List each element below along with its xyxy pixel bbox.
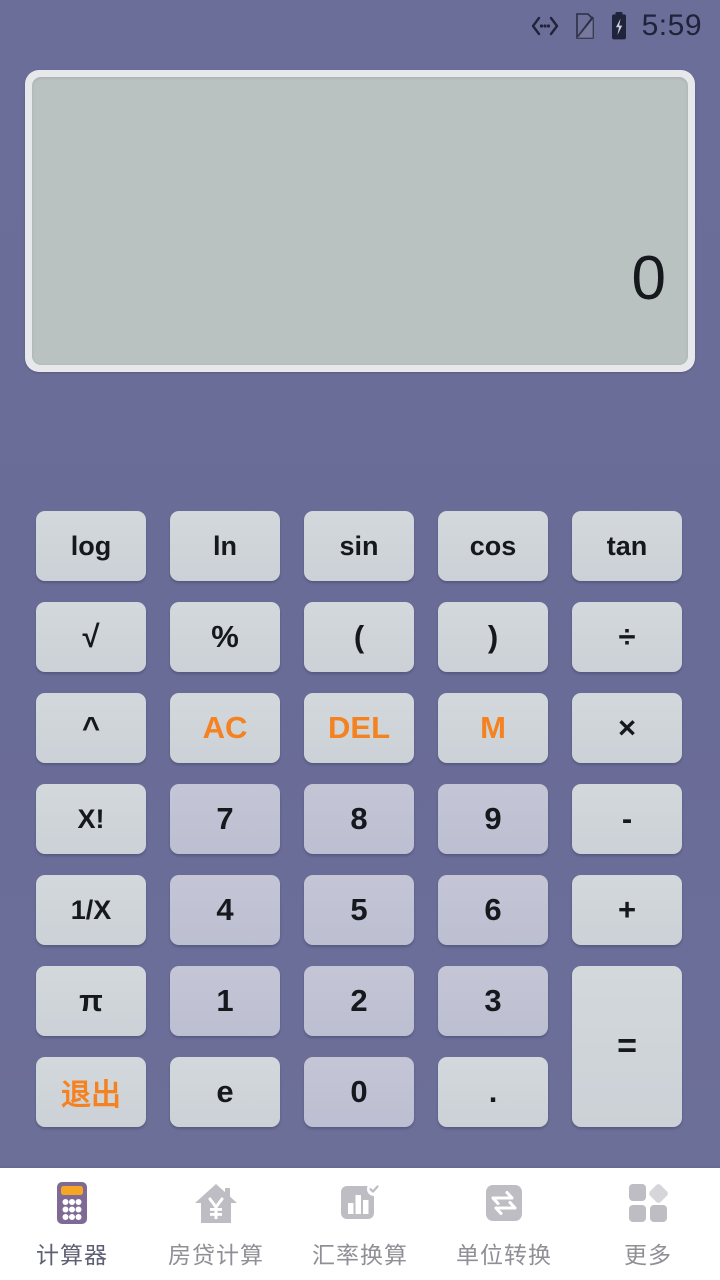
- key-sqrt[interactable]: √: [36, 602, 146, 672]
- key-0[interactable]: 0: [304, 1057, 414, 1127]
- calculator-app: 5:59 0 log ln sin cos tan √% () ÷ ^ AC DEL M × X! 7 8 9-…: [0, 0, 720, 1280]
- display-value: 0: [631, 244, 666, 313]
- key-equals[interactable]: =: [572, 966, 682, 1127]
- house-yen-icon: [192, 1179, 240, 1227]
- key-power[interactable]: ^: [36, 693, 146, 763]
- key-3[interactable]: 3: [438, 966, 548, 1036]
- key-4[interactable]: 4: [170, 875, 280, 945]
- status-time: 5:59: [641, 9, 702, 42]
- key-percent[interactable]: %: [170, 602, 280, 672]
- calculator-icon: [48, 1179, 96, 1227]
- key-ac[interactable]: AC: [170, 693, 280, 763]
- nav-calculator[interactable]: 计算器: [0, 1168, 144, 1280]
- nav-more[interactable]: 更多: [576, 1168, 720, 1280]
- grid-more-icon: [624, 1179, 672, 1227]
- nav-unit[interactable]: 单位转换: [432, 1168, 576, 1280]
- key-pi[interactable]: π: [36, 966, 146, 1036]
- key-e[interactable]: e: [170, 1057, 280, 1127]
- nav-item-label: 计算器: [36, 1241, 108, 1268]
- key-9[interactable]: 9: [438, 784, 548, 854]
- key-cos[interactable]: cos: [438, 511, 548, 581]
- key-memory[interactable]: M: [438, 693, 548, 763]
- key-decimal[interactable]: .: [438, 1057, 548, 1127]
- key-divide[interactable]: ÷: [572, 602, 682, 672]
- status-bar: 5:59: [0, 0, 720, 52]
- swap-arrows-icon: [480, 1179, 528, 1227]
- key-ln[interactable]: ln: [170, 511, 280, 581]
- bar-chart-icon: [336, 1179, 384, 1227]
- nav-item-label: 更多: [624, 1241, 672, 1268]
- data-transfer-icon: [530, 14, 560, 38]
- key-5[interactable]: 5: [304, 875, 414, 945]
- key-reciprocal[interactable]: 1/X: [36, 875, 146, 945]
- key-6[interactable]: 6: [438, 875, 548, 945]
- key-exit[interactable]: 退出: [36, 1057, 146, 1127]
- nav-item-label: 汇率换算: [312, 1241, 408, 1268]
- key-paren-close[interactable]: ): [438, 602, 548, 672]
- bottom-navigation: 计算器 房贷计算 汇率换算 单位转换 更多: [0, 1168, 720, 1280]
- key-tan[interactable]: tan: [572, 511, 682, 581]
- display-screen: 0: [32, 77, 688, 365]
- calculator-display[interactable]: 0: [25, 70, 695, 372]
- key-2[interactable]: 2: [304, 966, 414, 1036]
- nav-item-label: 房贷计算: [168, 1241, 264, 1268]
- key-8[interactable]: 8: [304, 784, 414, 854]
- key-1[interactable]: 1: [170, 966, 280, 1036]
- key-sin[interactable]: sin: [304, 511, 414, 581]
- key-del[interactable]: DEL: [304, 693, 414, 763]
- battery-charging-icon: [610, 11, 628, 41]
- nav-item-label: 单位转换: [456, 1241, 552, 1268]
- keypad: log ln sin cos tan √% () ÷ ^ AC DEL M × X! 7 8 9- 1/X 4 5 6 +…: [36, 511, 684, 1141]
- nav-exchange[interactable]: 汇率换算: [288, 1168, 432, 1280]
- key-7[interactable]: 7: [170, 784, 280, 854]
- key-plus[interactable]: +: [572, 875, 682, 945]
- key-paren-open[interactable]: (: [304, 602, 414, 672]
- no-sim-icon: [574, 11, 596, 41]
- key-factorial[interactable]: X!: [36, 784, 146, 854]
- key-minus[interactable]: -: [572, 784, 682, 854]
- key-multiply[interactable]: ×: [572, 693, 682, 763]
- key-log[interactable]: log: [36, 511, 146, 581]
- nav-mortgage[interactable]: 房贷计算: [144, 1168, 288, 1280]
